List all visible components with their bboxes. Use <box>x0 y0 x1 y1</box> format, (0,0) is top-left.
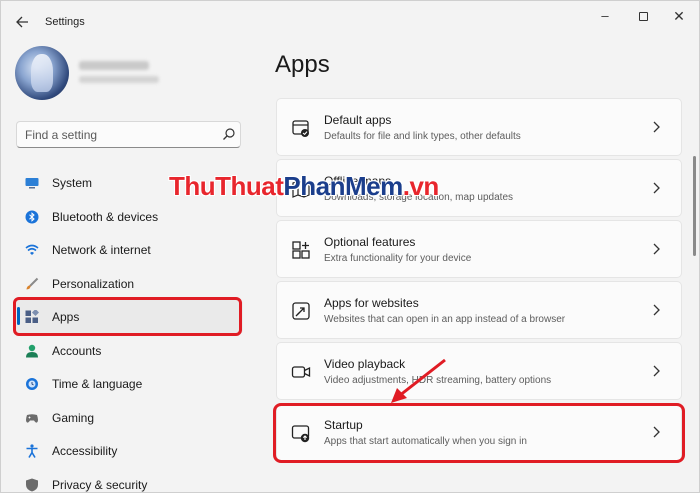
page-title: Apps <box>275 51 330 78</box>
sidebar-item-bluetooth[interactable]: Bluetooth & devices <box>15 200 243 234</box>
sidebar-item-accessibility[interactable]: Accessibility <box>15 434 243 468</box>
card-title: Apps for websites <box>324 296 419 310</box>
close-button[interactable]: ✕ <box>661 5 697 27</box>
watermark-part-1: ThuThuat <box>169 171 284 201</box>
startup-highlight-annotation <box>273 403 685 463</box>
sidebar-item-label: Network & internet <box>52 243 151 257</box>
sidebar-item-label: Bluetooth & devices <box>52 210 159 224</box>
card-title: Default apps <box>324 113 392 127</box>
sidebar-item-privacy[interactable]: Privacy & security <box>15 468 243 492</box>
back-arrow-icon <box>16 16 28 28</box>
close-icon: ✕ <box>673 8 685 24</box>
optional-features-icon <box>292 241 310 259</box>
apps-highlight-annotation <box>13 297 242 336</box>
sidebar-item-time-language[interactable]: Time & language <box>15 367 243 401</box>
video-icon <box>291 366 311 378</box>
profile-name-blurred <box>79 61 149 70</box>
card-apps-for-websites[interactable]: Apps for websites Websites that can open… <box>276 281 682 339</box>
card-default-apps[interactable]: Default apps Defaults for file and link … <box>276 98 682 156</box>
minimize-icon: – <box>601 8 609 23</box>
settings-window: Settings – ✕ System <box>0 0 700 493</box>
gamepad-icon <box>26 414 38 423</box>
wifi-icon <box>25 244 39 255</box>
avatar <box>15 46 69 100</box>
chevron-right-icon <box>653 182 660 194</box>
maximize-icon <box>638 12 648 22</box>
sidebar-item-label: System <box>52 176 93 190</box>
title-bar: Settings – ✕ <box>1 1 699 41</box>
sidebar-item-label: Gaming <box>52 411 95 425</box>
back-button[interactable] <box>11 11 33 33</box>
watermark: ThuThuatPhanMem.vn <box>169 171 439 202</box>
bluetooth-icon <box>25 210 39 224</box>
sidebar-item-label: Personalization <box>52 277 135 291</box>
chevron-right-icon <box>653 365 660 377</box>
default-apps-icon <box>292 120 309 137</box>
sidebar-item-label: Time & language <box>52 377 143 391</box>
chevron-right-icon <box>653 304 660 316</box>
search-icon[interactable] <box>220 125 238 143</box>
card-title: Optional features <box>324 235 416 249</box>
shield-icon <box>26 478 38 492</box>
card-subtitle: Websites that can open in an app instead… <box>324 314 566 325</box>
accessibility-icon <box>26 444 38 458</box>
sidebar-item-personalization[interactable]: Personalization <box>15 267 243 301</box>
chevron-right-icon <box>653 121 660 133</box>
minimize-button[interactable]: – <box>587 5 623 27</box>
maximize-button[interactable] <box>625 5 661 27</box>
card-subtitle: Extra functionality for your device <box>324 253 472 264</box>
sidebar-item-label: Accounts <box>52 344 102 358</box>
profile-email-blurred <box>79 76 159 83</box>
card-optional-features[interactable]: Optional features Extra functionality fo… <box>276 220 682 278</box>
apps-websites-icon <box>292 302 310 320</box>
sidebar-item-network[interactable]: Network & internet <box>15 233 243 267</box>
sidebar-item-label: Accessibility <box>52 444 118 458</box>
account-icon <box>26 344 38 358</box>
search-box[interactable] <box>16 121 241 148</box>
search-input[interactable] <box>25 127 205 143</box>
annotation-arrow-icon <box>391 358 446 403</box>
scrollbar[interactable] <box>693 156 696 256</box>
watermark-part-2: PhanMem <box>283 171 403 201</box>
sidebar-item-accounts[interactable]: Accounts <box>15 334 243 368</box>
brush-icon <box>26 277 39 290</box>
card-subtitle: Defaults for file and link types, other … <box>324 131 521 142</box>
card-video-playback[interactable]: Video playback Video adjustments, HDR st… <box>276 342 682 400</box>
chevron-right-icon <box>653 243 660 255</box>
window-title: Settings <box>45 16 85 28</box>
watermark-part-3: .vn <box>402 171 440 201</box>
globe-clock-icon <box>26 378 38 390</box>
sidebar-item-gaming[interactable]: Gaming <box>15 401 243 435</box>
display-icon <box>25 178 39 189</box>
sidebar-item-label: Privacy & security <box>52 478 148 492</box>
